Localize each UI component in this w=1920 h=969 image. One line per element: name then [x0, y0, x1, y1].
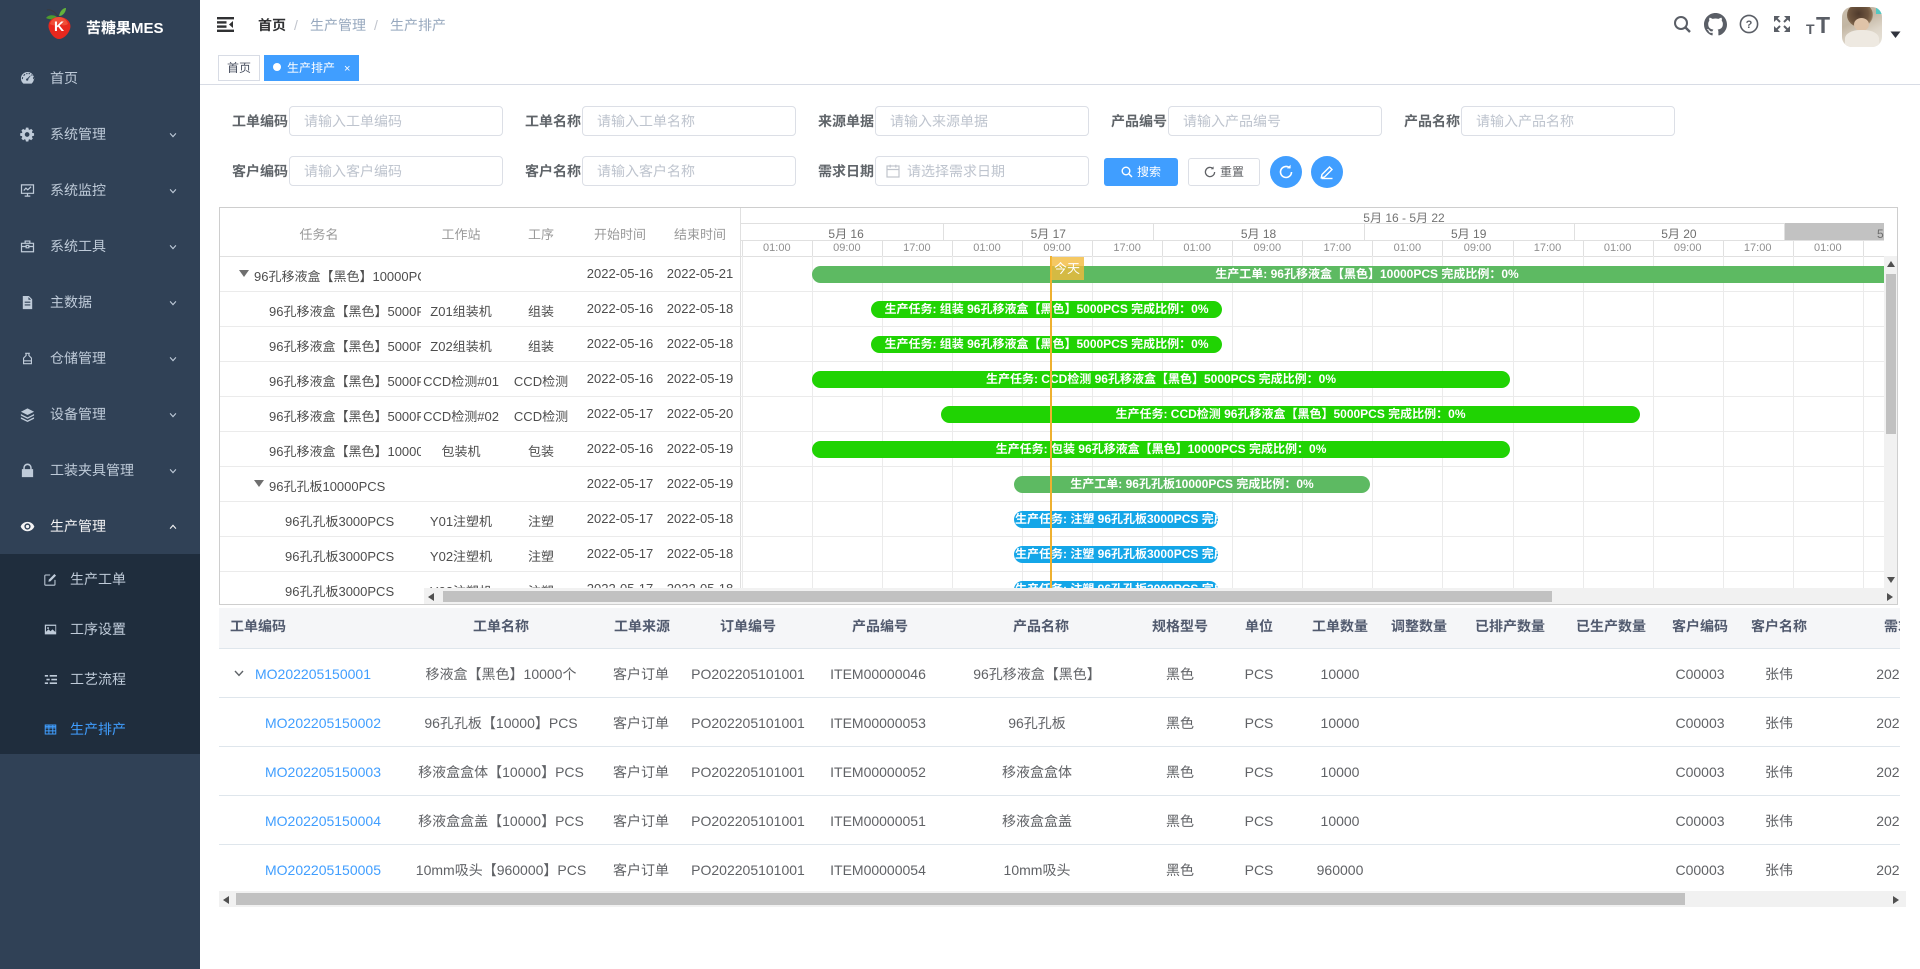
svg-text:?: ?	[1746, 19, 1753, 31]
svg-text:K: K	[54, 18, 64, 34]
